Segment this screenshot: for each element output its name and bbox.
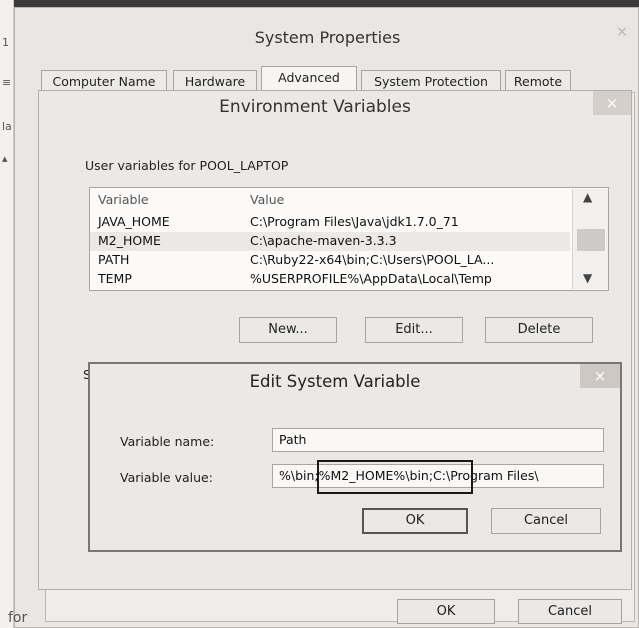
scroll-up-icon[interactable]: ▲ <box>583 190 592 204</box>
close-button[interactable]: × <box>593 91 631 115</box>
background-glyph: 1 <box>2 36 9 49</box>
table-row-selected[interactable]: M2_HOME C:\apache-maven-3.3.3 <box>90 232 570 251</box>
variable-value-cell: %USERPROFILE%\AppData\Local\Temp <box>250 271 492 286</box>
scroll-down-icon[interactable]: ▼ <box>583 271 592 285</box>
variable-name-cell: PATH <box>98 252 130 267</box>
user-variables-table[interactable]: Variable Value JAVA_HOME C:\Program File… <box>89 187 609 291</box>
variable-name-field[interactable]: Path <box>272 428 604 452</box>
background-glyph: ≡ <box>2 76 12 89</box>
background-text: for <box>8 610 28 626</box>
variable-name-label: Variable name: <box>120 434 215 449</box>
table-row[interactable]: PATH C:\Ruby22-x64\bin;C:\Users\POOL_LA.… <box>90 251 570 270</box>
delete-button[interactable]: Delete <box>485 317 593 343</box>
ok-button[interactable]: OK <box>397 599 495 624</box>
vertical-scrollbar[interactable]: ▲ ▼ <box>572 189 608 289</box>
scroll-thumb[interactable] <box>577 229 605 251</box>
cancel-button[interactable]: Cancel <box>518 599 622 624</box>
variable-value-cell: C:\Program Files\Java\jdk1.7.0_71 <box>250 214 459 229</box>
dialog-title: Edit System Variable <box>249 372 421 391</box>
variable-name-cell: JAVA_HOME <box>98 214 170 229</box>
background-window-edge <box>0 0 639 7</box>
column-header-value[interactable]: Value <box>250 192 284 207</box>
variable-value-label: Variable value: <box>120 470 213 485</box>
close-button[interactable]: × <box>580 364 620 388</box>
annotation-highlight-box <box>317 460 473 494</box>
table-row[interactable]: TEMP %USERPROFILE%\AppData\Local\Temp <box>90 270 570 289</box>
table-row[interactable]: JAVA_HOME C:\Program Files\Java\jdk1.7.0… <box>90 213 570 232</box>
background-window: 1 ≡ la ▴ <box>0 0 14 628</box>
cancel-button[interactable]: Cancel <box>491 508 601 534</box>
variable-value-cell: C:\apache-maven-3.3.3 <box>250 233 397 248</box>
new-button[interactable]: New... <box>239 317 337 343</box>
background-glyph: ▴ <box>2 152 8 165</box>
ok-button[interactable]: OK <box>362 508 468 534</box>
user-variables-label: User variables for POOL_LAPTOP <box>85 158 289 173</box>
dialog-title: System Properties <box>254 28 401 47</box>
variable-name-cell: TEMP <box>98 271 132 286</box>
background-glyph: la <box>2 120 12 133</box>
column-header-variable[interactable]: Variable <box>98 192 149 207</box>
dialog-title: Environment Variables <box>219 97 411 117</box>
variable-name-cell: M2_HOME <box>98 233 161 248</box>
close-button[interactable]: × <box>605 20 639 44</box>
edit-button[interactable]: Edit... <box>365 317 463 343</box>
edit-system-variable-dialog: Edit System Variable × Variable name: Pa… <box>88 362 622 552</box>
variable-value-cell: C:\Ruby22-x64\bin;C:\Users\POOL_LA... <box>250 252 495 267</box>
